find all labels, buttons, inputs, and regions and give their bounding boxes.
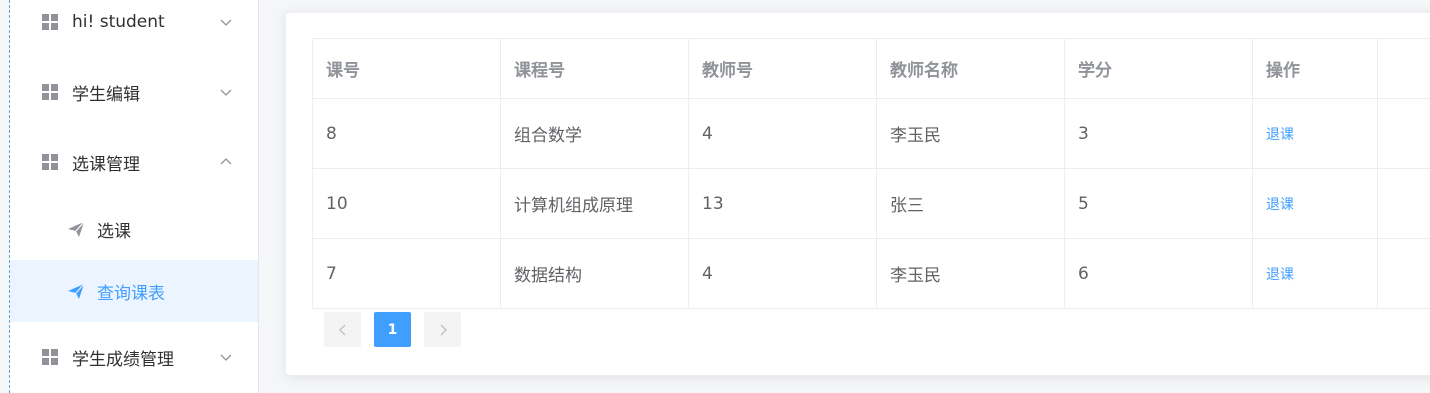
- drop-course-link[interactable]: 退课: [1266, 197, 1294, 213]
- cell-spacer: [1377, 168, 1430, 239]
- cell-teacher-id: 4: [688, 238, 877, 309]
- header-teacher-name: 教师名称: [876, 38, 1065, 99]
- menu-item-grade-management[interactable]: 学生成绩管理: [10, 329, 258, 385]
- course-table: 课号 课程号 教师号 教师名称 学分 操作 8 组合数学 4 李玉民 3 退课 …: [312, 38, 1430, 309]
- grid-icon: [42, 84, 58, 100]
- header-teacher-id: 教师号: [688, 38, 877, 99]
- cell-teacher-name: 李玉民: [876, 238, 1065, 309]
- course-table-card: 课号 课程号 教师号 教师名称 学分 操作 8 组合数学 4 李玉民 3 退课 …: [285, 12, 1430, 376]
- menu-item-course-selection[interactable]: 选课管理: [10, 134, 258, 190]
- cell-course-name: 数据结构: [500, 238, 689, 309]
- chevron-down-icon: [220, 354, 232, 361]
- cell-course-id: 8: [312, 98, 501, 169]
- header-course-name: 课程号: [500, 38, 689, 99]
- sidebar: hi! student 学生编辑 选课管理 选课 查询课表 学生成绩管理: [10, 0, 259, 393]
- cell-spacer: [1377, 98, 1430, 169]
- cell-credit: 3: [1064, 98, 1253, 169]
- grid-icon: [42, 154, 58, 170]
- grid-icon: [42, 14, 58, 30]
- cell-action: 退课: [1252, 168, 1378, 239]
- cell-spacer: [1377, 238, 1430, 309]
- menu-item-label: 学生成绩管理: [72, 349, 174, 370]
- header-action: 操作: [1252, 38, 1378, 99]
- cell-teacher-name: 李玉民: [876, 98, 1065, 169]
- table-row: 8 组合数学 4 李玉民 3 退课: [312, 98, 1430, 169]
- header-spacer: [1377, 38, 1430, 99]
- cell-teacher-id: 13: [688, 168, 877, 239]
- sub-item-label: 选课: [97, 221, 131, 242]
- page-number-button[interactable]: 1: [374, 312, 411, 347]
- paper-plane-icon: [68, 283, 85, 299]
- chevron-right-icon: [439, 323, 447, 336]
- cell-credit: 6: [1064, 238, 1253, 309]
- chevron-down-icon: [220, 89, 232, 96]
- header-credit: 学分: [1064, 38, 1253, 99]
- menu-item-label: 选课管理: [72, 154, 140, 175]
- table-row: 7 数据结构 4 李玉民 6 退课: [312, 238, 1430, 309]
- drop-course-link[interactable]: 退课: [1266, 267, 1294, 283]
- cell-course-id: 10: [312, 168, 501, 239]
- header-course-id: 课号: [312, 38, 501, 99]
- sub-item-label: 查询课表: [97, 283, 165, 304]
- menu-item-hi-student[interactable]: hi! student: [10, 0, 258, 50]
- cell-course-name: 计算机组成原理: [500, 168, 689, 239]
- cell-action: 退课: [1252, 238, 1378, 309]
- menu-item-student-edit[interactable]: 学生编辑: [10, 64, 258, 120]
- prev-page-button[interactable]: [324, 312, 361, 347]
- chevron-up-icon: [220, 158, 232, 165]
- menu-item-label: hi! student: [72, 12, 165, 32]
- sub-item-select-course[interactable]: 选课: [10, 198, 258, 260]
- chevron-down-icon: [220, 19, 232, 26]
- drop-course-link[interactable]: 退课: [1266, 127, 1294, 143]
- chevron-left-icon: [338, 323, 346, 336]
- cell-course-name: 组合数学: [500, 98, 689, 169]
- cell-teacher-name: 张三: [876, 168, 1065, 239]
- cell-credit: 5: [1064, 168, 1253, 239]
- sub-item-query-schedule[interactable]: 查询课表: [10, 260, 258, 322]
- pagination: 1: [324, 312, 461, 347]
- paper-plane-icon: [68, 221, 85, 237]
- cell-course-id: 7: [312, 238, 501, 309]
- menu-item-label: 学生编辑: [72, 84, 140, 105]
- next-page-button[interactable]: [424, 312, 461, 347]
- table-row: 10 计算机组成原理 13 张三 5 退课: [312, 168, 1430, 239]
- cell-teacher-id: 4: [688, 98, 877, 169]
- table-header-row: 课号 课程号 教师号 教师名称 学分 操作: [312, 38, 1430, 99]
- cell-action: 退课: [1252, 98, 1378, 169]
- grid-icon: [42, 349, 58, 365]
